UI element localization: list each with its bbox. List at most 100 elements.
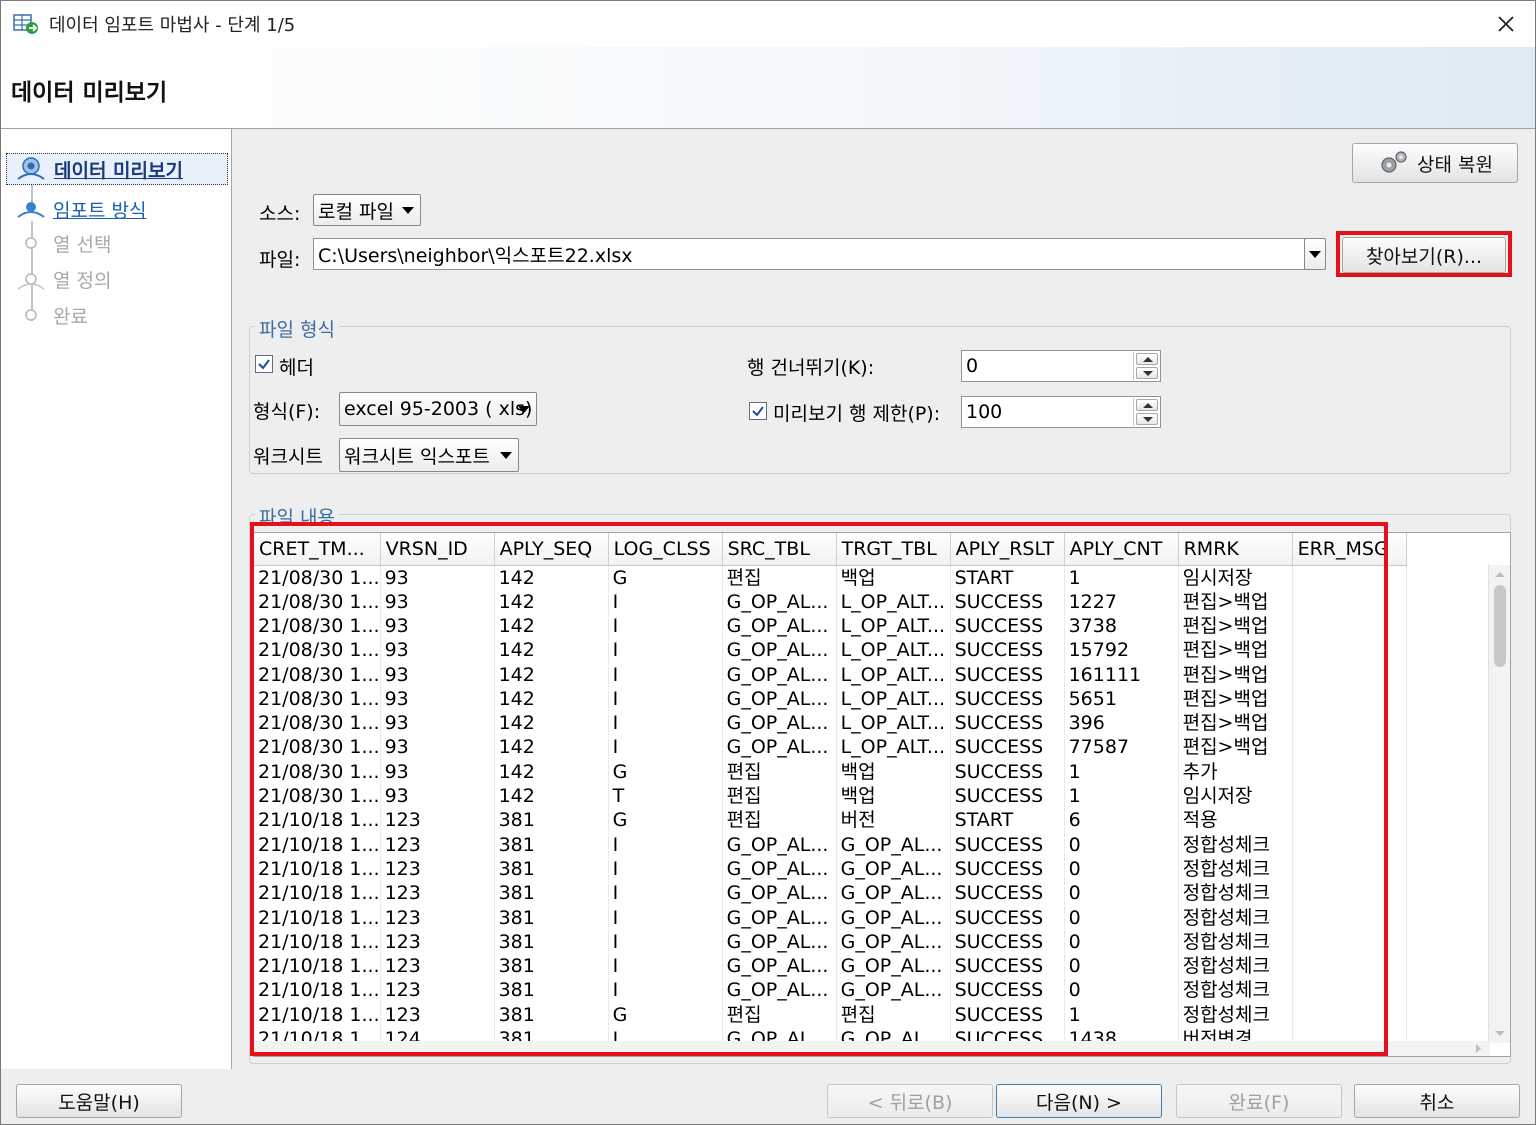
worksheet-select[interactable]: 워크시트 익스포트 xyxy=(339,438,519,472)
vertical-scrollbar[interactable] xyxy=(1488,565,1510,1043)
column-header[interactable]: LOG_CLSS xyxy=(608,533,723,566)
close-button[interactable] xyxy=(1491,9,1521,39)
table-cell: G_OP_AL... xyxy=(722,710,837,736)
scroll-thumb[interactable] xyxy=(1494,585,1506,667)
close-icon xyxy=(1498,16,1514,32)
table-cell: 381 xyxy=(494,832,609,857)
preview-limit-input[interactable]: 100 xyxy=(961,396,1161,428)
table-row: 21/08/30 1... 93 142 I G_OP_AL... L_OP_ALT...… xyxy=(254,710,1407,736)
table-cell: 77587 xyxy=(1064,735,1179,760)
header-checkbox[interactable] xyxy=(255,355,273,373)
table-cell: 21/08/30 1... xyxy=(254,710,381,736)
nav-step-column-select: 열 선택 xyxy=(15,227,111,259)
main-panel: 상태 복원 소스: 로컬 파일 파일: C:\Users\neighbor\익스… xyxy=(233,129,1535,1069)
table-cell: 142 xyxy=(494,710,609,736)
next-button[interactable]: 다음(N) > xyxy=(996,1084,1162,1118)
column-header[interactable]: ERR_MSG xyxy=(1292,533,1407,566)
table-cell: SUCCESS xyxy=(950,662,1065,687)
source-select[interactable]: 로컬 파일 xyxy=(313,194,421,226)
table-cell: SUCCESS xyxy=(950,1002,1065,1027)
table-cell: L_OP_ALT... xyxy=(836,589,951,614)
table-cell: 버전 xyxy=(836,808,951,833)
column-header[interactable]: CRET_TM... xyxy=(254,533,381,566)
table-cell xyxy=(1292,613,1407,639)
table-cell: 0 xyxy=(1064,929,1179,954)
table-cell: G_OP_AL... xyxy=(836,881,951,906)
table-cell: 123 xyxy=(380,978,495,1003)
checkmark-icon xyxy=(752,406,764,417)
column-header[interactable]: APLY_SEQ xyxy=(494,533,609,566)
table-row: 21/08/30 1... 93 142 I G_OP_AL... L_OP_ALT...… xyxy=(254,662,1407,687)
table-cell: 21/10/18 1... xyxy=(254,881,381,906)
table-cell: 381 xyxy=(494,905,609,930)
table-row: 21/10/18 1... 123 381 G 편집 편집 SUCCESS 1 정합성체크 xyxy=(254,1002,1407,1027)
column-header[interactable]: APLY_RSLT xyxy=(950,533,1065,566)
help-button[interactable]: 도움말(H) xyxy=(16,1084,182,1118)
table-cell: 142 xyxy=(494,565,609,590)
table-cell xyxy=(1292,905,1407,930)
file-path-input[interactable]: C:\Users\neighbor\익스포트22.xlsx xyxy=(313,238,1305,270)
scroll-up-icon[interactable] xyxy=(1489,567,1511,581)
skip-rows-spinner[interactable] xyxy=(1133,352,1161,380)
table-cell: L_OP_ALT... xyxy=(836,710,951,736)
chevron-down-icon xyxy=(1309,251,1321,258)
scroll-right-icon[interactable] xyxy=(1472,1041,1486,1056)
file-history-dropdown[interactable] xyxy=(1304,238,1326,270)
table-cell: I xyxy=(608,978,723,1003)
column-header[interactable]: APLY_CNT xyxy=(1064,533,1179,566)
table-cell: SUCCESS xyxy=(950,613,1065,639)
skip-rows-input[interactable]: 0 xyxy=(961,350,1161,382)
cancel-button[interactable]: 취소 xyxy=(1354,1084,1520,1118)
table-cell: 정합성체크 xyxy=(1178,978,1293,1003)
column-header[interactable]: TRGT_TBL xyxy=(836,533,951,566)
preview-limit-checkbox[interactable] xyxy=(749,402,767,420)
preview-limit-spinner[interactable] xyxy=(1133,398,1161,426)
table-cell: G_OP_AL... xyxy=(722,832,837,857)
scroll-down-icon[interactable] xyxy=(1489,1027,1511,1041)
horizontal-scrollbar[interactable] xyxy=(254,1041,1490,1056)
finish-label: 완료(F) xyxy=(1228,1091,1290,1114)
nav-step-import-method[interactable]: 임포트 방식 xyxy=(15,193,146,225)
table-cell: G_OP_AL... xyxy=(836,978,951,1003)
format-select[interactable]: excel 95-2003 ( xls) xyxy=(339,392,537,426)
table-cell: 93 xyxy=(380,613,495,639)
spin-up-icon[interactable] xyxy=(1136,399,1158,411)
table-cell: G_OP_AL... xyxy=(722,613,837,639)
table-cell: L_OP_ALT... xyxy=(836,735,951,760)
column-header[interactable]: SRC_TBL xyxy=(722,533,837,566)
table-cell: 정합성체크 xyxy=(1178,1002,1293,1027)
step-link-icon xyxy=(15,193,49,225)
table-cell xyxy=(1292,686,1407,711)
table-cell: 편집 xyxy=(722,783,837,809)
table-row: 21/10/18 1... 123 381 I G_OP_AL... G_OP_AL...… xyxy=(254,881,1407,906)
spin-down-icon[interactable] xyxy=(1136,413,1158,425)
table-cell xyxy=(1292,1002,1407,1027)
nav-label: 열 선택 xyxy=(53,233,112,256)
table-cell xyxy=(1292,662,1407,687)
table-row: 21/10/18 1... 123 381 I G_OP_AL... G_OP_AL...… xyxy=(254,832,1407,857)
finish-button[interactable]: 완료(F) xyxy=(1176,1084,1342,1118)
browse-button[interactable]: 찾아보기(R)... xyxy=(1342,237,1506,273)
back-button[interactable]: < 뒤로(B) xyxy=(827,1084,993,1118)
table-cell: 0 xyxy=(1064,832,1179,857)
nav-step-data-preview[interactable]: 데이터 미리보기 xyxy=(6,153,228,185)
table-cell: 편집>백업 xyxy=(1178,662,1293,687)
column-header[interactable]: RMRK xyxy=(1178,533,1293,566)
table-cell xyxy=(1292,832,1407,857)
nav-step-column-define: 열 정의 xyxy=(15,263,111,295)
table-cell: 93 xyxy=(380,735,495,760)
table-cell xyxy=(1292,735,1407,760)
column-header[interactable]: VRSN_ID xyxy=(380,533,495,566)
spin-up-icon[interactable] xyxy=(1136,353,1158,365)
table-cell: 21/10/18 1... xyxy=(254,1002,381,1027)
table-cell: SUCCESS xyxy=(950,881,1065,906)
restore-state-button[interactable]: 상태 복원 xyxy=(1352,143,1518,183)
file-content-table[interactable]: CRET_TM... VRSN_ID APLY_SEQ LOG_CLSS SRC_TBL… xyxy=(253,532,1511,1057)
table-cell: 381 xyxy=(494,978,609,1003)
table-cell: SUCCESS xyxy=(950,735,1065,760)
table-cell: G_OP_AL... xyxy=(722,589,837,614)
table-row: 21/08/30 1... 93 142 I G_OP_AL... L_OP_ALT...… xyxy=(254,686,1407,711)
spin-down-icon[interactable] xyxy=(1136,367,1158,379)
step-disabled-icon xyxy=(15,263,49,295)
table-cell: 편집>백업 xyxy=(1178,638,1293,663)
